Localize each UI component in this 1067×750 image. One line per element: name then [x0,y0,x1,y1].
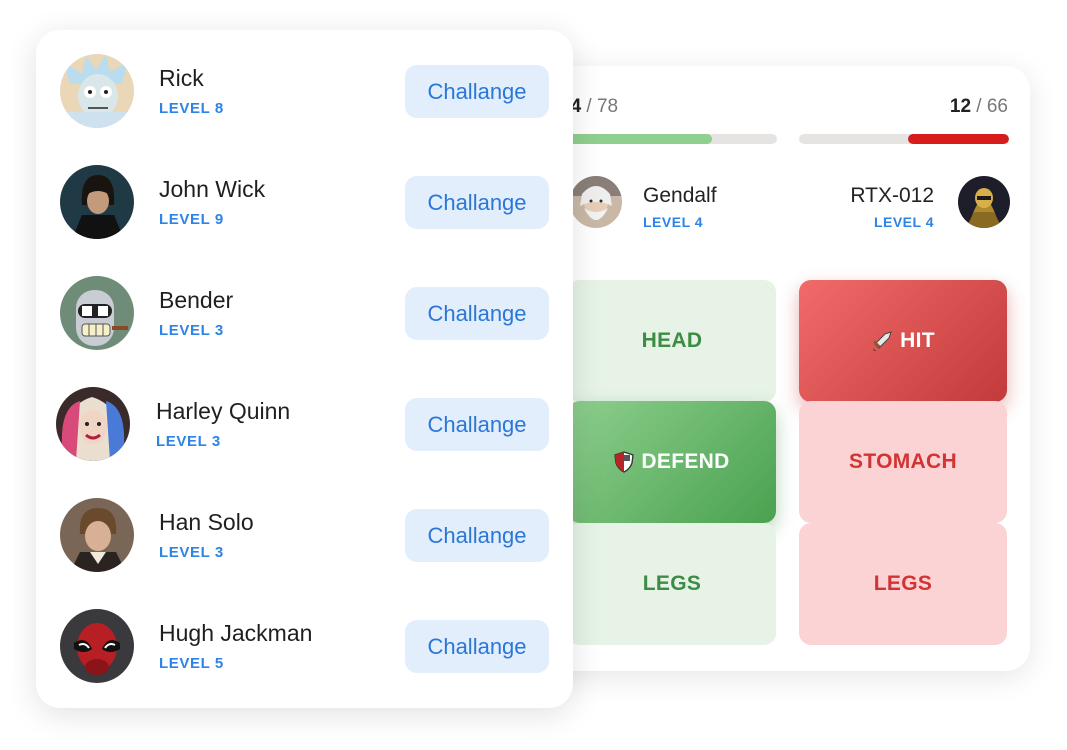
attack-zone-legs[interactable]: LEGS [799,523,1007,645]
challenge-button[interactable]: Challange [405,509,549,562]
list-item: Hugh Jackman LEVEL 5 Challange [36,585,573,696]
gandalf-avatar [570,176,622,228]
challenge-button[interactable]: Challange [405,176,549,229]
player-level: LEVEL 3 [159,544,224,561]
enemy-hp-readout: 12 / 66 [950,96,1008,118]
enemy-fighter-name: RTX-012 [850,184,934,207]
zone-label: LEGS [642,572,702,595]
defend-zone-legs[interactable]: LEGS [568,523,776,645]
list-item: Harley Quinn LEVEL 3 Challange [36,363,573,474]
deadpool-avatar [60,609,134,683]
harley-quinn-avatar [56,387,130,461]
rick-avatar [60,54,134,128]
challenge-button[interactable]: Challange [405,620,549,673]
zone-label: DEFEND [641,450,730,473]
shield-icon [614,451,635,473]
player-level: LEVEL 3 [159,322,224,339]
challenge-button[interactable]: Challange [405,287,549,340]
player-health-fill [567,134,712,144]
bender-avatar [60,276,134,350]
han-solo-avatar [60,498,134,572]
battle-panel: 54 / 78 12 / 66 Gendalf LEVEL 4 RTX-012 … [520,66,1030,671]
robot-warrior-avatar [958,176,1010,228]
zone-label: HIT [900,329,935,352]
enemy-health-bar [799,134,1009,144]
john-wick-avatar [60,165,134,239]
players-list: Rick LEVEL 8 Challange John Wick LEVEL 9… [36,30,573,708]
enemy-fighter-level: LEVEL 4 [873,214,934,230]
player-fighter-name: Gendalf [643,184,717,207]
list-item: Han Solo LEVEL 3 Challange [36,474,573,585]
player-health-bar [567,134,777,144]
player-fighter-level: LEVEL 4 [643,214,704,230]
defend-zone-body-selected[interactable]: DEFEND [568,401,776,523]
zone-label: HEAD [641,329,703,352]
player-level: LEVEL 5 [159,655,224,672]
sword-icon [871,330,893,352]
enemy-health-fill [908,134,1009,144]
player-name: John Wick [159,176,266,202]
player-fighter: Gendalf LEVEL 4 [570,176,810,232]
player-level: LEVEL 8 [159,100,224,117]
player-hp-max: 78 [596,96,619,117]
list-item: Rick LEVEL 8 Challange [36,30,573,141]
list-item: Bender LEVEL 3 Challange [36,252,573,363]
zone-label: LEGS [873,572,933,595]
zone-label: STOMACH [849,450,957,473]
attack-zone-stomach[interactable]: STOMACH [799,401,1007,523]
enemy-hp-current: 12 [949,96,972,117]
attack-zone-head-selected[interactable]: HIT [799,280,1007,402]
player-name: Han Solo [159,509,254,535]
player-name: Bender [159,287,234,313]
list-item: John Wick LEVEL 9 Challange [36,141,573,252]
battle-zones: HEAD DEFEND LEGS HIT STOMACH LEGS [568,279,1010,645]
player-name: Rick [159,65,204,91]
player-name: Hugh Jackman [159,620,313,646]
enemy-fighter: RTX-012 LEVEL 4 [820,176,1010,232]
enemy-hp-max: 66 [986,96,1008,117]
player-level: LEVEL 9 [159,211,224,228]
player-name: Harley Quinn [156,398,291,424]
hp-separator: / [586,96,592,117]
player-level: LEVEL 3 [156,433,221,450]
challenge-button[interactable]: Challange [405,65,549,118]
defend-zone-head[interactable]: HEAD [568,280,776,402]
hp-separator: / [976,96,982,117]
challenge-button[interactable]: Challange [405,398,549,451]
